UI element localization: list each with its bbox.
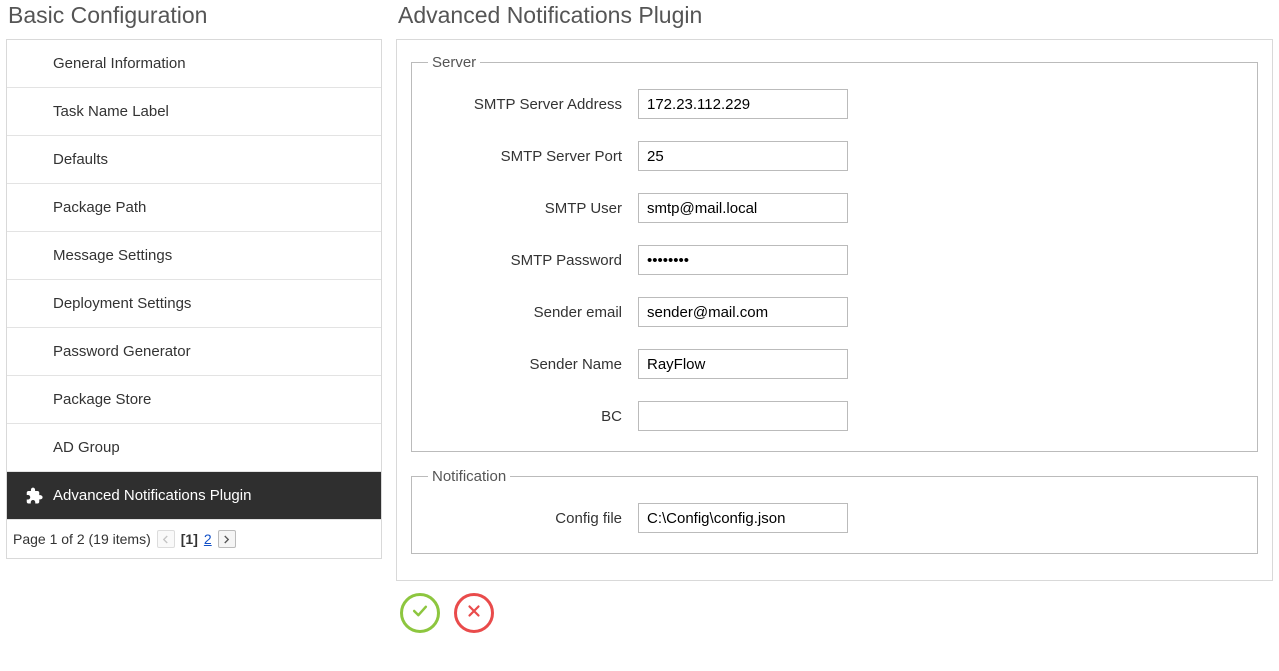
smtp-password-label: SMTP Password — [428, 252, 638, 269]
pager-prev-button[interactable] — [157, 530, 175, 548]
smtp-password-input[interactable] — [638, 245, 848, 275]
list-item-message-settings[interactable]: Message Settings — [7, 232, 381, 280]
smtp-user-input[interactable] — [638, 193, 848, 223]
notification-fieldset: Notification Config file — [411, 468, 1258, 554]
sender-email-input[interactable] — [638, 297, 848, 327]
list-item-general-information[interactable]: General Information — [7, 40, 381, 88]
pager: Page 1 of 2 (19 items) [1] 2 — [7, 520, 381, 558]
pager-text: Page 1 of 2 (19 items) — [13, 531, 151, 547]
config-file-label: Config file — [428, 510, 638, 527]
bc-label: BC — [428, 408, 638, 425]
list-item-package-path[interactable]: Package Path — [7, 184, 381, 232]
config-file-input[interactable] — [638, 503, 848, 533]
smtp-port-label: SMTP Server Port — [428, 148, 638, 165]
action-row — [396, 593, 1273, 633]
right-panel-title: Advanced Notifications Plugin — [398, 2, 1273, 29]
list-item-label: Advanced Notifications Plugin — [53, 487, 251, 504]
list-item-ad-group[interactable]: AD Group — [7, 424, 381, 472]
server-legend: Server — [428, 54, 480, 71]
sender-name-input[interactable] — [638, 349, 848, 379]
smtp-address-label: SMTP Server Address — [428, 96, 638, 113]
list-item-defaults[interactable]: Defaults — [7, 136, 381, 184]
pager-page-current: [1] — [181, 531, 198, 547]
smtp-port-input[interactable] — [638, 141, 848, 171]
pager-page-link-2[interactable]: 2 — [204, 531, 212, 547]
confirm-button[interactable] — [400, 593, 440, 633]
smtp-address-input[interactable] — [638, 89, 848, 119]
config-list: General Information Task Name Label Defa… — [6, 39, 382, 559]
server-fieldset: Server SMTP Server Address SMTP Server P… — [411, 54, 1258, 452]
smtp-user-label: SMTP User — [428, 200, 638, 217]
list-item-task-name-label[interactable]: Task Name Label — [7, 88, 381, 136]
puzzle-icon — [23, 486, 43, 506]
pager-next-button[interactable] — [218, 530, 236, 548]
notification-legend: Notification — [428, 468, 510, 485]
sender-email-label: Sender email — [428, 304, 638, 321]
list-item-advanced-notifications-plugin[interactable]: Advanced Notifications Plugin — [7, 472, 381, 520]
list-item-package-store[interactable]: Package Store — [7, 376, 381, 424]
list-item-deployment-settings[interactable]: Deployment Settings — [7, 280, 381, 328]
list-item-password-generator[interactable]: Password Generator — [7, 328, 381, 376]
right-panel: Server SMTP Server Address SMTP Server P… — [396, 39, 1273, 581]
left-panel-title: Basic Configuration — [8, 2, 382, 29]
close-icon — [465, 602, 483, 624]
bc-input[interactable] — [638, 401, 848, 431]
sender-name-label: Sender Name — [428, 356, 638, 373]
cancel-button[interactable] — [454, 593, 494, 633]
check-icon — [410, 601, 430, 625]
